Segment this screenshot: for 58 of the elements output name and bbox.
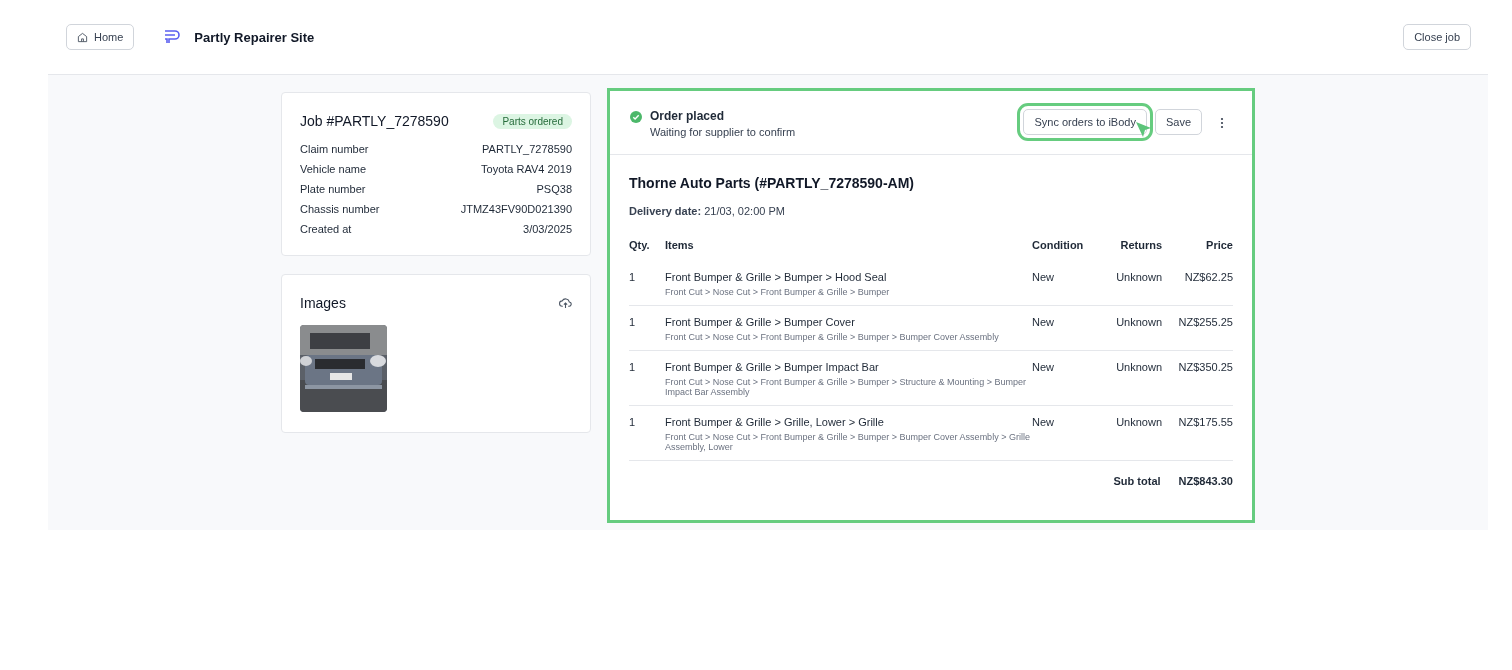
column-header: Items (665, 239, 694, 251)
item-name: Front Bumper & Grille > Bumper Cover (665, 316, 855, 328)
table-cell: New (1032, 361, 1054, 373)
column-header: Returns (1120, 239, 1162, 251)
item-path: Front Cut > Nose Cut > Front Bumper & Grille > Bumper (665, 287, 890, 297)
item-path: Front Cut > Nose Cut > Front Bumper & Grille > Bumper > Structure & Mounting > Bumper Impact Bar Assembly (665, 377, 1027, 397)
table-cell: NZ$255.25 (1178, 316, 1233, 328)
home-icon (77, 31, 88, 43)
supplier-title: Thorne Auto Parts (#PARTLY_7278590-AM) (629, 175, 915, 191)
job-title: Job #PARTLY_7278590 (300, 113, 449, 129)
item-name: Front Bumper & Grille > Bumper Impact Bar (665, 361, 879, 373)
subtotal-label: Sub total (1113, 475, 1161, 487)
table-cell: NZ$350.25 (1178, 361, 1233, 373)
upload-cloud-icon[interactable] (559, 297, 572, 309)
table-cell: Unknown (1116, 416, 1162, 428)
table-cell: 1 (629, 316, 636, 328)
table-cell: NZ$175.55 (1178, 416, 1233, 428)
item-name: Front Bumper & Grille > Bumper > Hood Seal (665, 271, 887, 283)
column-header: Qty. (629, 239, 650, 251)
images-title: Images (300, 295, 346, 311)
field-label: Plate number (300, 183, 366, 195)
field-label: Vehicle name (300, 163, 367, 175)
status-badge: Parts ordered (493, 113, 572, 129)
table-cell: New (1032, 416, 1054, 428)
table-cell: Unknown (1116, 271, 1162, 283)
field-value: Toyota RAV4 2019 (481, 163, 572, 175)
item-name: Front Bumper & Grille > Grille, Lower > Grille (665, 416, 884, 428)
table-cell: NZ$62.25 (1184, 271, 1233, 283)
field-label: Created at (300, 223, 352, 235)
field-label: Claim number (300, 143, 369, 155)
field-value: JTMZ43FV90D021390 (460, 203, 572, 215)
check-circle-icon (630, 111, 642, 123)
home-button[interactable]: Home (66, 24, 135, 50)
table-cell: New (1032, 271, 1054, 283)
delivery-date: Delivery date: 21/03, 02:00 PM (629, 205, 786, 217)
item-path: Front Cut > Nose Cut > Front Bumper & Grille > Bumper > Bumper Cover Assembly > Grille Assembly, Lower (665, 432, 1031, 452)
table-cell: 1 (629, 361, 636, 373)
field-value: PARTLY_7278590 (482, 143, 572, 155)
column-header: Price (1206, 239, 1233, 251)
field-value: PSQ38 (536, 183, 572, 195)
table-cell: Unknown (1116, 316, 1162, 328)
subtotal-value: NZ$843.30 (1178, 475, 1233, 487)
column-header: Condition (1032, 239, 1084, 251)
table-cell: New (1032, 316, 1054, 328)
site-title: Partly Repairer Site (194, 29, 315, 45)
save-button[interactable]: Save (1154, 109, 1202, 135)
table-cell: 1 (629, 271, 636, 283)
cursor-icon (1134, 121, 1153, 139)
table-cell: 1 (629, 416, 636, 428)
field-label: Chassis number (300, 203, 380, 215)
order-subtitle: Waiting for supplier to confirm (650, 126, 796, 138)
logo-icon (164, 30, 183, 44)
item-path: Front Cut > Nose Cut > Front Bumper & Grille > Bumper > Bumper Cover Assembly (665, 332, 999, 342)
table-cell: Unknown (1116, 361, 1162, 373)
order-status: Order placed (650, 109, 726, 123)
more-icon[interactable] (1220, 117, 1224, 129)
field-value: 3/03/2025 (523, 223, 572, 235)
close-job-button[interactable]: Close job (1403, 24, 1471, 50)
